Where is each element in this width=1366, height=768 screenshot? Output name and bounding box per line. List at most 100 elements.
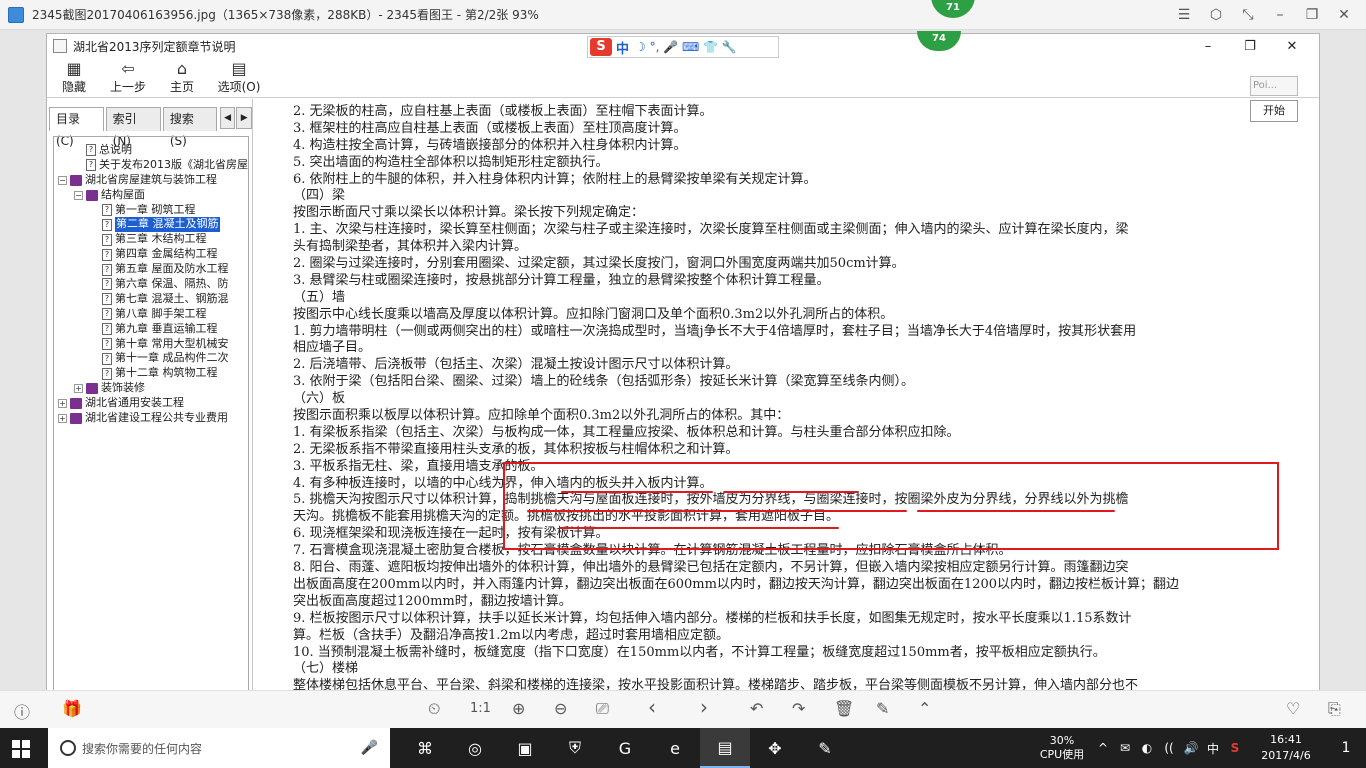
help-restore-icon[interactable]: ❐	[1229, 39, 1271, 54]
menu-icon[interactable]: ☰	[1168, 7, 1200, 23]
speed-badge-2[interactable]: 74	[917, 31, 961, 51]
fullscreen-icon[interactable]: ⤡	[1232, 7, 1264, 23]
options-button[interactable]: ▤ 选项(O)	[209, 58, 269, 97]
expand-icon[interactable]: +	[58, 399, 67, 409]
tree-item[interactable]: ? 第一章 砌筑工程	[54, 203, 248, 218]
tab-scroll-left-icon[interactable]: ◀	[219, 107, 236, 129]
edit-icon[interactable]: ✎	[876, 699, 889, 718]
tab-scroll-right-icon[interactable]: ▶	[236, 107, 252, 129]
taskbar-search[interactable]: 搜索你需要的任何内容 🎤	[48, 728, 390, 768]
tab-search[interactable]: 搜索(S)	[162, 107, 217, 148]
help-close-icon[interactable]: ✕	[1271, 39, 1313, 54]
help-minimize-icon[interactable]: –	[1187, 39, 1229, 54]
taskbar-app-task-view[interactable]: ⌘	[400, 728, 450, 768]
notification-icon[interactable]: 1	[1326, 740, 1366, 756]
doc-line: 出板面高度在200mm以内时，并入雨篷内计算，翻边突出板面在600mm以内时，翻…	[293, 576, 1180, 592]
red-underline	[561, 491, 713, 493]
tree-item[interactable]: ? 第六章 保温、隔热、防	[54, 277, 248, 292]
tree-item[interactable]: − 湖北省房屋建筑与装饰工程	[54, 173, 248, 188]
hide-icon: ▦	[66, 59, 82, 78]
cortana-icon[interactable]	[60, 740, 76, 756]
minimize-icon[interactable]: –	[1264, 7, 1296, 23]
start-button[interactable]: 开始	[1250, 100, 1298, 122]
folder-icon[interactable]: ⎘	[1328, 699, 1341, 719]
tab-index[interactable]: 索引(N)	[105, 107, 161, 148]
taskbar-app-help[interactable]: ▤	[700, 728, 750, 768]
taskbar-app-viewer[interactable]: ✎	[800, 728, 850, 768]
help-window: 湖北省2013序列定额章节说明 S 中 ☽ °, 🎤 ⌨ 👕 🔧 74 – ❐ …	[46, 31, 1320, 690]
ime-toolbar[interactable]: S 中 ☽ °, 🎤 ⌨ 👕 🔧	[587, 36, 779, 58]
taskbar-app-explorer[interactable]: ▣	[500, 728, 550, 768]
ime-lang[interactable]: 中	[616, 38, 629, 57]
tree-item[interactable]: ? 第十章 常用大型机械安	[54, 337, 248, 352]
fit-icon[interactable]: ⎚	[596, 699, 609, 719]
sogou-tray-icon[interactable]: S	[1224, 741, 1246, 755]
rotate-right-icon[interactable]: ↷	[792, 699, 805, 718]
content-pane[interactable]: 2. 无梁板的柱高，应自柱基上表面（或楼板上表面）至柱帽下表面计算。 3. 框架柱…	[257, 99, 1307, 690]
tray-expand-icon[interactable]: ^	[1092, 741, 1114, 755]
restore-icon[interactable]: ❐	[1296, 7, 1328, 23]
tree-item[interactable]: + 湖北省建设工程公共专业费用	[54, 411, 248, 426]
collapse-icon[interactable]: −	[74, 190, 83, 200]
tree-item[interactable]: ? 第八章 脚手架工程	[54, 307, 248, 322]
collapse-icon[interactable]: −	[58, 175, 67, 185]
tree-item-label: 第九章 垂直运输工程	[115, 321, 218, 335]
delete-icon[interactable]: 🗑	[834, 699, 854, 718]
cpu-usage[interactable]: 30% CPU使用	[1032, 734, 1092, 762]
tree-item[interactable]: − 结构屋面	[54, 188, 248, 203]
doc-line: 2. 无梁板的柱高，应自柱基上表面（或楼板上表面）至柱帽下表面计算。	[293, 104, 713, 119]
tree-item[interactable]: ? 第九章 垂直运输工程	[54, 322, 248, 337]
back-label: 上一步	[109, 80, 146, 94]
tree-item-label: 关于发布2013版《湖北省房屋	[99, 157, 248, 171]
tree-item[interactable]: ? 第三章 木结构工程	[54, 232, 248, 247]
expand-icon[interactable]: +	[74, 384, 83, 394]
tree-item[interactable]: ? 关于发布2013版《湖北省房屋	[54, 158, 248, 173]
rotate-left-icon[interactable]: ↶	[750, 699, 763, 718]
mic-icon[interactable]: 🎤	[361, 740, 378, 756]
taskbar-app-ie[interactable]: e	[650, 728, 700, 768]
collapse-icon[interactable]: ⌃	[918, 699, 931, 718]
poi-input[interactable]: Poi...	[1250, 76, 1298, 96]
tree-item[interactable]: + 湖北省通用安装工程	[54, 396, 248, 411]
contents-tree[interactable]: ? 总说明? 关于发布2013版《湖北省房屋 − 湖北省房屋建筑与装饰工程 − 结构屋面? 第…	[53, 136, 249, 690]
ime-tool-icons[interactable]: ☽ °, 🎤 ⌨ 👕 🔧	[635, 40, 737, 54]
previous-icon[interactable]: ‹	[648, 695, 656, 719]
tree-item-label: 第八章 脚手架工程	[115, 306, 207, 320]
tree-item[interactable]: ? 第十一章 成品构件二次	[54, 351, 248, 366]
tray-app-icon[interactable]: ◐	[1136, 741, 1158, 755]
tray-mail-icon[interactable]: ✉	[1114, 741, 1136, 755]
hide-button[interactable]: ▦ 隐藏	[47, 58, 101, 97]
speed-badge[interactable]: 71	[931, 0, 975, 18]
volume-icon[interactable]: 🔊	[1180, 741, 1202, 755]
expand-icon[interactable]: +	[58, 413, 67, 423]
info-icon[interactable]: ⓘ	[14, 699, 30, 723]
tree-item[interactable]: ? 第十二章 构筑物工程	[54, 366, 248, 381]
back-button[interactable]: ⇦ 上一步	[101, 58, 155, 97]
tree-item[interactable]: ? 第五章 屋面及防水工程	[54, 262, 248, 277]
timer-icon[interactable]: ⏲	[428, 699, 440, 719]
tree-item[interactable]: ? 第四章 金属结构工程	[54, 247, 248, 262]
skin-icon[interactable]: ⬡	[1200, 7, 1232, 23]
next-icon[interactable]: ›	[700, 695, 708, 719]
zoom-out-icon[interactable]: ⊖	[554, 699, 567, 718]
tab-contents[interactable]: 目录(C)	[49, 107, 104, 148]
favorite-icon[interactable]: ♡	[1286, 699, 1300, 718]
input-lang-icon[interactable]: 中	[1202, 740, 1224, 757]
taskbar-app-glodon[interactable]: G	[600, 728, 650, 768]
clock[interactable]: 16:41 2017/4/6	[1246, 732, 1326, 764]
taskbar-app-browser[interactable]: ◎	[450, 728, 500, 768]
home-button[interactable]: ⌂ 主页	[155, 58, 209, 97]
zoom-in-icon[interactable]: ⊕	[512, 699, 525, 718]
taskbar-app-store[interactable]: ⛨	[550, 728, 600, 768]
wifi-icon[interactable]: ((	[1158, 741, 1180, 755]
sogou-icon[interactable]: S	[590, 38, 612, 56]
gift-icon[interactable]: 🎁	[62, 699, 82, 718]
tree-item[interactable]: ? 第二章 混凝土及钢筋	[54, 217, 248, 233]
actual-size-button[interactable]: 1:1	[470, 701, 491, 716]
tree-item[interactable]: + 装饰装修	[54, 381, 248, 396]
windows-start-icon[interactable]	[12, 740, 30, 758]
tree-item[interactable]: ? 总说明	[54, 143, 248, 158]
close-icon[interactable]: ✕	[1328, 7, 1360, 23]
taskbar-app-tool[interactable]: ✥	[750, 728, 800, 768]
tree-item[interactable]: ? 第七章 混凝土、钢筋混	[54, 292, 248, 307]
